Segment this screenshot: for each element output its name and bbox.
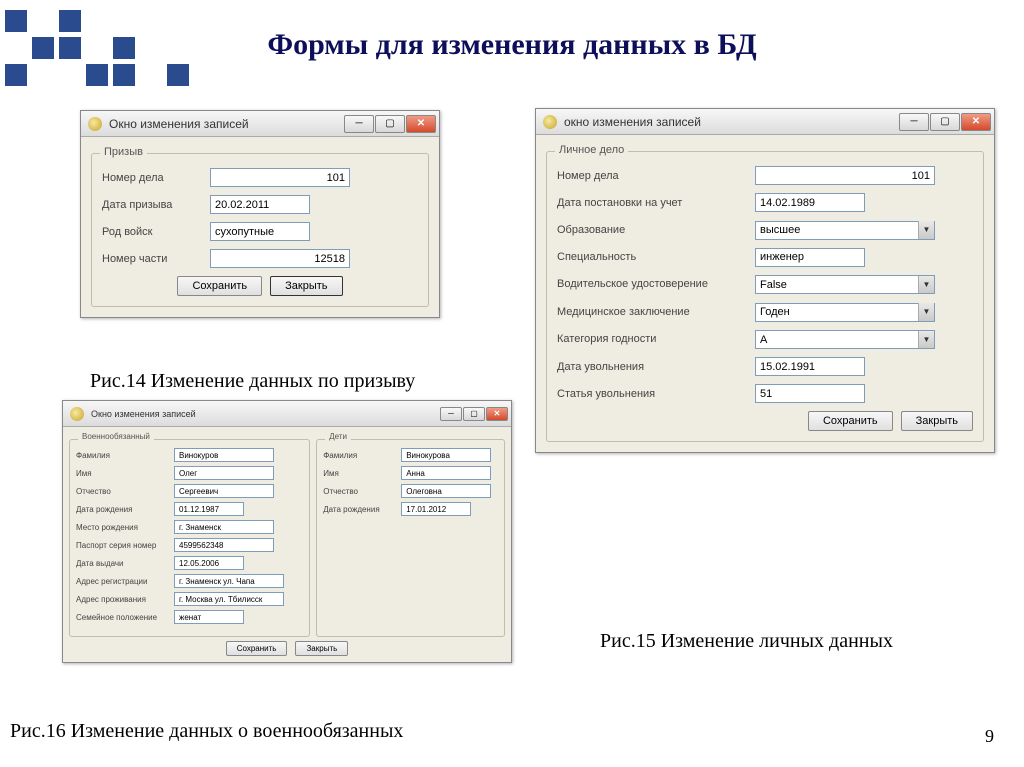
window-personal-file-edit: окно изменения записей ─ ▢ ✕ Личное дело… — [535, 108, 995, 453]
birthplace-label: Место рождения — [76, 523, 166, 532]
save-button[interactable]: Сохранить — [808, 411, 893, 431]
save-button[interactable]: Сохранить — [226, 641, 288, 656]
draft-date-input[interactable] — [210, 195, 310, 214]
education-select[interactable] — [755, 221, 935, 240]
minimize-button[interactable]: ─ — [440, 407, 462, 421]
window-title: окно изменения записей — [564, 115, 892, 129]
name-label: Имя — [76, 469, 166, 478]
figure-14-caption: Рис.14 Изменение данных по призыву — [90, 370, 415, 393]
education-label: Образование — [557, 224, 747, 236]
category-label: Категория годности — [557, 333, 747, 345]
slide-title: Формы для изменения данных в БД — [0, 28, 1024, 62]
figure-16-caption: Рис.16 Изменение данных о военнообязанны… — [10, 720, 403, 743]
discharge-article-input[interactable] — [755, 384, 865, 403]
passport-input[interactable] — [174, 538, 274, 552]
issue-date-label: Дата выдачи — [76, 559, 166, 568]
groupbox-label: Призыв — [100, 146, 147, 158]
minimize-button[interactable]: ─ — [344, 115, 374, 133]
category-select[interactable] — [755, 330, 935, 349]
titlebar[interactable]: Окно изменения записей ─ ▢ ✕ — [63, 401, 511, 427]
medical-label: Медицинское заключение — [557, 306, 747, 318]
window-title: Окно изменения записей — [91, 409, 433, 419]
dob-label: Дата рождения — [76, 505, 166, 514]
chevron-down-icon[interactable]: ▼ — [918, 276, 934, 294]
case-no-label: Номер дела — [557, 170, 747, 182]
surname-input[interactable] — [174, 448, 274, 462]
titlebar[interactable]: окно изменения записей ─ ▢ ✕ — [536, 109, 994, 135]
child-patronymic-label: Отчество — [323, 487, 393, 496]
close-button[interactable]: ✕ — [486, 407, 508, 421]
maximize-button[interactable]: ▢ — [375, 115, 405, 133]
figure-15-caption: Рис.15 Изменение личных данных — [600, 630, 893, 653]
page-number: 9 — [985, 726, 994, 747]
medical-select[interactable] — [755, 303, 935, 322]
driver-license-label: Водительское удостоверение — [557, 278, 747, 290]
close-form-button[interactable]: Закрыть — [270, 276, 342, 296]
discharge-article-label: Статья увольнения — [557, 388, 747, 400]
live-addr-label: Адрес проживания — [76, 595, 166, 604]
issue-date-input[interactable] — [174, 556, 244, 570]
troop-type-label: Род войск — [102, 226, 202, 238]
patronymic-label: Отчество — [76, 487, 166, 496]
close-form-button[interactable]: Закрыть — [295, 641, 348, 656]
groupbox-label: Дети — [325, 432, 351, 441]
dob-input[interactable] — [174, 502, 244, 516]
unit-no-label: Номер части — [102, 253, 202, 265]
child-surname-input[interactable] — [401, 448, 491, 462]
child-dob-input[interactable] — [401, 502, 471, 516]
app-icon — [69, 406, 85, 422]
discharge-date-label: Дата увольнения — [557, 361, 747, 373]
case-no-input[interactable] — [755, 166, 935, 185]
patronymic-input[interactable] — [174, 484, 274, 498]
maximize-button[interactable]: ▢ — [463, 407, 485, 421]
driver-license-select[interactable] — [755, 275, 935, 294]
child-patronymic-input[interactable] — [401, 484, 491, 498]
window-title: Окно изменения записей — [109, 117, 337, 131]
maximize-button[interactable]: ▢ — [930, 113, 960, 131]
child-name-input[interactable] — [401, 466, 491, 480]
reg-date-label: Дата постановки на учет — [557, 197, 747, 209]
child-name-label: Имя — [323, 469, 393, 478]
birthplace-input[interactable] — [174, 520, 274, 534]
child-dob-label: Дата рождения — [323, 505, 393, 514]
close-button[interactable]: ✕ — [961, 113, 991, 131]
app-icon — [542, 114, 558, 130]
app-icon — [87, 116, 103, 132]
chevron-down-icon[interactable]: ▼ — [918, 303, 934, 321]
reg-date-input[interactable] — [755, 193, 865, 212]
groupbox-label: Военнообязанный — [78, 432, 154, 441]
case-no-input[interactable] — [210, 168, 350, 187]
draft-date-label: Дата призыва — [102, 199, 202, 211]
discharge-date-input[interactable] — [755, 357, 865, 376]
case-no-label: Номер дела — [102, 172, 202, 184]
groupbox-label: Личное дело — [555, 144, 628, 156]
reg-addr-label: Адрес регистрации — [76, 577, 166, 586]
troop-type-input[interactable] — [210, 222, 310, 241]
marital-input[interactable] — [174, 610, 244, 624]
surname-label: Фамилия — [76, 451, 166, 460]
save-button[interactable]: Сохранить — [177, 276, 262, 296]
live-addr-input[interactable] — [174, 592, 284, 606]
window-draft-edit: Окно изменения записей ─ ▢ ✕ Призыв Номе… — [80, 110, 440, 318]
name-input[interactable] — [174, 466, 274, 480]
marital-label: Семейное положение — [76, 613, 166, 622]
chevron-down-icon[interactable]: ▼ — [918, 331, 934, 349]
speciality-label: Специальность — [557, 251, 747, 263]
unit-no-input[interactable] — [210, 249, 350, 268]
chevron-down-icon[interactable]: ▼ — [918, 221, 934, 239]
titlebar[interactable]: Окно изменения записей ─ ▢ ✕ — [81, 111, 439, 137]
passport-label: Паспорт серия номер — [76, 541, 166, 550]
close-form-button[interactable]: Закрыть — [901, 411, 973, 431]
window-military-person-edit: Окно изменения записей ─ ▢ ✕ Военнообяза… — [62, 400, 512, 663]
reg-addr-input[interactable] — [174, 574, 284, 588]
close-button[interactable]: ✕ — [406, 115, 436, 133]
speciality-input[interactable] — [755, 248, 865, 267]
child-surname-label: Фамилия — [323, 451, 393, 460]
minimize-button[interactable]: ─ — [899, 113, 929, 131]
